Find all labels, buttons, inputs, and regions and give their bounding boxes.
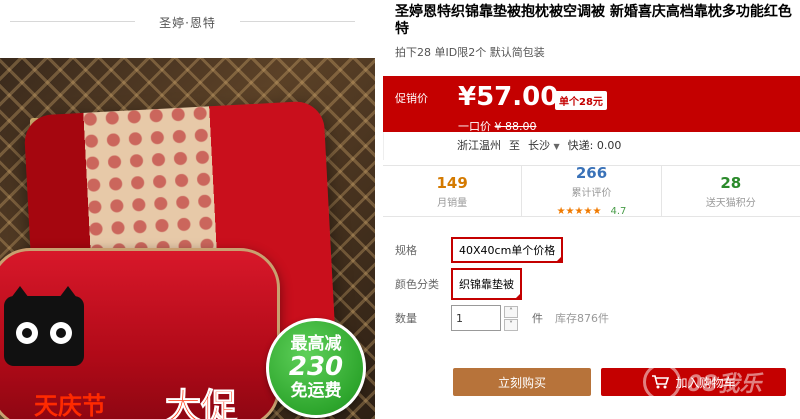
promo-line-1: 最高减 — [290, 334, 342, 354]
chevron-down-icon: ▼ — [553, 142, 560, 151]
current-price: ¥57.00 — [458, 82, 559, 112]
buy-now-button[interactable]: 立刻购买 — [453, 368, 591, 396]
rating-score: 4.7 — [610, 206, 627, 217]
stock-count: 库存876件 — [555, 312, 609, 325]
shipping-info: 浙江温州 至 长沙 ▼ 快递: 0.00 — [457, 137, 621, 153]
cat-eye — [16, 322, 38, 344]
banner-text: 天庆节 — [34, 392, 106, 419]
price-label: 促销价 — [395, 92, 428, 105]
watermark: 08我乐 — [643, 352, 800, 412]
banner-big-text: 大促 — [164, 387, 238, 419]
product-image-panel: 圣婷·恩特 天庆节 大促 最高减 230 免运费 — [0, 0, 375, 419]
product-subtitle: 拍下28 单ID限2个 默认简包装 — [395, 46, 545, 59]
spec-option[interactable]: 40X40cm单个价格 — [451, 237, 564, 263]
product-info-panel: 圣婷恩特织锦靠垫被抱枕被空调被 新婚喜庆高档靠枕多功能红色特 拍下28 单ID限… — [383, 0, 800, 419]
color-row: 颜色分类 织锦靠垫被 — [395, 268, 522, 300]
ship-destination-select[interactable]: 长沙 ▼ — [528, 137, 560, 153]
increase-button[interactable]: ˄ — [504, 305, 518, 318]
ship-from: 浙江温州 — [457, 139, 501, 152]
rating: ★★★★★ 4.7 — [557, 199, 627, 218]
promo-line-2: 230 — [288, 352, 344, 382]
tmall-cat-icon — [4, 286, 84, 366]
divider-line — [10, 21, 135, 22]
stat-value: 149 — [436, 173, 468, 192]
price-tag-badge: 单个28元 — [555, 91, 607, 110]
stat-monthly-sales: 149 月销量 — [383, 166, 523, 216]
quantity-stepper: ˄ ˅ — [504, 305, 518, 331]
divider-line — [240, 21, 355, 22]
watermark-text: 08我乐 — [687, 372, 762, 397]
promo-line-3: 免运费 — [290, 381, 342, 401]
watermark-logo-icon — [643, 363, 681, 401]
express-fee: 快递: 0.00 — [567, 139, 622, 152]
brand-name[interactable]: 圣婷·恩特 — [151, 13, 224, 31]
ship-destination: 长沙 — [528, 139, 550, 152]
star-rating-icon: ★★★★★ — [556, 206, 602, 217]
brand-header: 圣婷·恩特 — [0, 0, 375, 44]
spec-label: 规格 — [395, 244, 417, 257]
stat-label: 送天猫积分 — [705, 197, 756, 209]
stat-value: 266 — [575, 164, 608, 182]
stat-label: 月销量 — [437, 197, 468, 209]
cat-ear — [56, 286, 80, 302]
cat-ear — [8, 286, 32, 302]
stat-points: 28 送天猫积分 — [662, 166, 800, 216]
ship-to-word: 至 — [509, 139, 520, 152]
product-title: 圣婷恩特织锦靠垫被抱枕被空调被 新婚喜庆高档靠枕多功能红色特 — [395, 4, 792, 37]
promo-badge: 最高减 230 免运费 — [266, 318, 366, 418]
stats-bar: 149 月销量 266 累计评价 ★★★★★ 4.7 28 送天猫积分 — [383, 164, 800, 218]
quantity-row: 数量 1 ˄ ˅ 件 库存876件 — [395, 305, 609, 331]
decrease-button[interactable]: ˅ — [504, 318, 518, 331]
quantity-label: 数量 — [395, 312, 417, 325]
stat-value: 28 — [720, 173, 742, 192]
stat-label: 累计评价 — [571, 188, 612, 199]
quantity-unit: 件 — [532, 312, 543, 325]
spec-row: 规格 40X40cm单个价格 — [395, 237, 564, 263]
color-option[interactable]: 织锦靠垫被 — [451, 268, 522, 300]
product-page: 圣婷·恩特 天庆节 大促 最高减 230 免运费 圣婷恩特织锦靠垫被抱枕被空调被… — [0, 0, 800, 419]
stat-reviews[interactable]: 266 累计评价 ★★★★★ 4.7 — [522, 164, 662, 218]
cat-eye — [50, 322, 72, 344]
color-label: 颜色分类 — [395, 278, 439, 291]
quantity-input[interactable]: 1 — [451, 305, 501, 331]
